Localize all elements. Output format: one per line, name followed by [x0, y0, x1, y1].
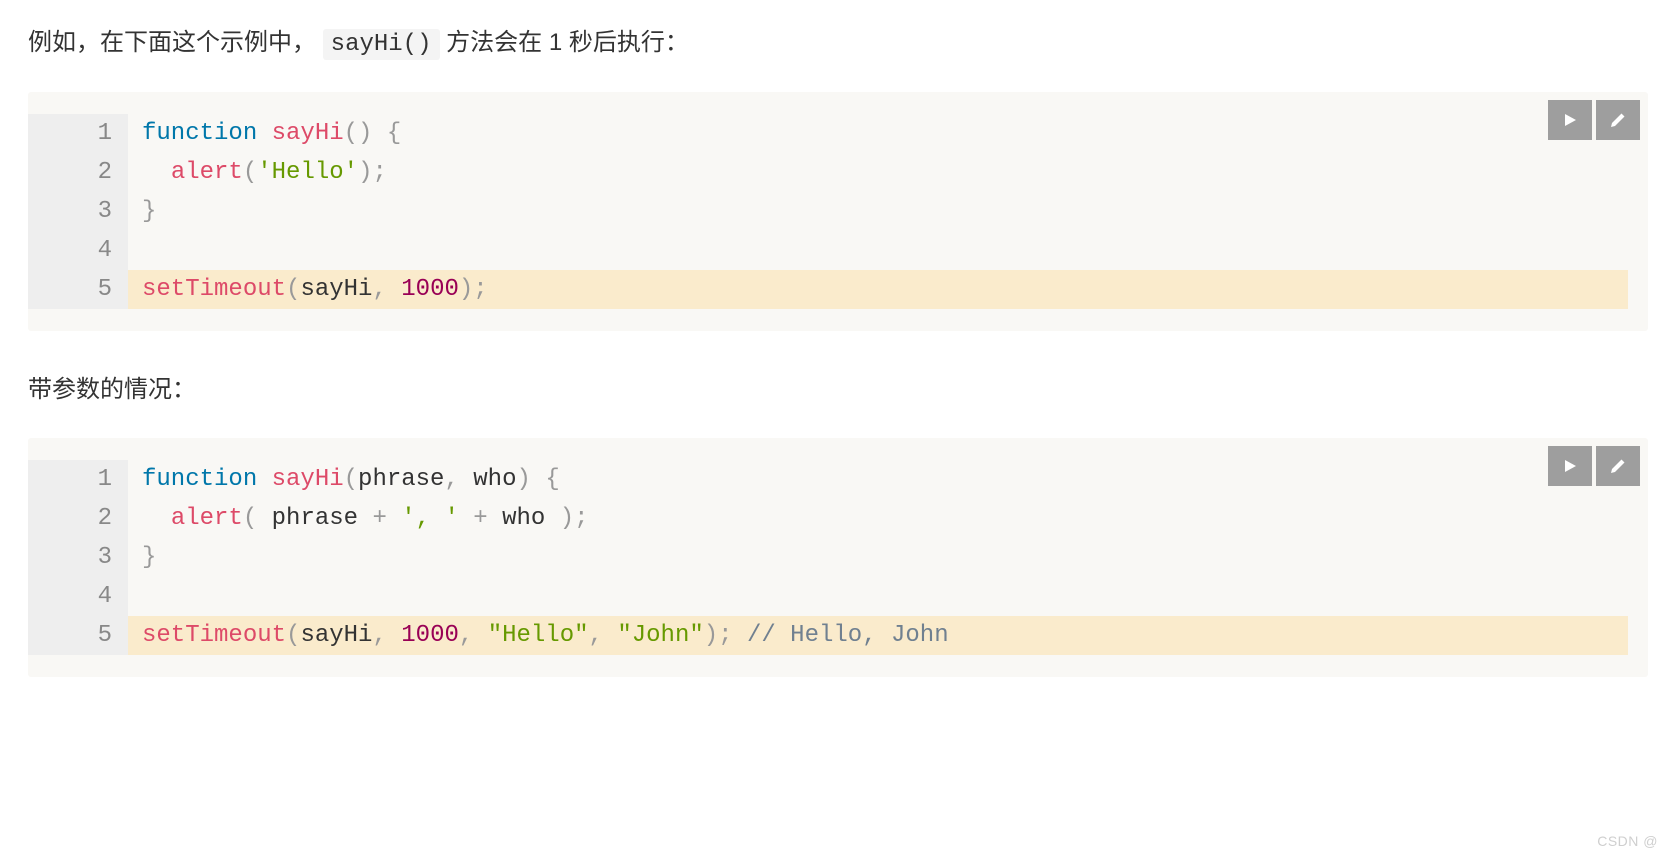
line-number: 4 — [58, 231, 112, 270]
play-icon — [1562, 112, 1578, 128]
pencil-icon — [1610, 112, 1626, 128]
code-line: } — [142, 192, 1628, 231]
edit-button[interactable] — [1596, 446, 1640, 486]
line-gutter: 12345 — [28, 460, 128, 655]
line-number: 2 — [58, 153, 112, 192]
code-line: } — [142, 538, 1628, 577]
line-number: 3 — [58, 192, 112, 231]
code-lines: function sayHi(phrase, who) { alert( phr… — [128, 460, 1648, 655]
code-body: 12345 function sayHi(phrase, who) { aler… — [28, 438, 1648, 677]
code-toolbar — [1548, 446, 1640, 486]
line-number: 5 — [58, 270, 112, 309]
line-number: 2 — [58, 499, 112, 538]
intro-text-post: 方法会在 1 秒后执行： — [446, 29, 689, 56]
line-number: 5 — [58, 616, 112, 655]
code-line: setTimeout(sayHi, 1000, "Hello", "John")… — [142, 616, 1628, 655]
params-paragraph: 带参数的情况： — [28, 371, 1648, 409]
line-number: 1 — [58, 460, 112, 499]
intro-paragraph: 例如，在下面这个示例中， sayHi() 方法会在 1 秒后执行： — [28, 24, 1648, 64]
run-button[interactable] — [1548, 446, 1592, 486]
code-toolbar — [1548, 100, 1640, 140]
code-line: alert( phrase + ', ' + who ); — [142, 499, 1628, 538]
code-line — [142, 577, 1628, 616]
run-button[interactable] — [1548, 100, 1592, 140]
intro-text-pre: 例如，在下面这个示例中， — [28, 29, 316, 56]
line-number: 3 — [58, 538, 112, 577]
code-line — [142, 231, 1628, 270]
line-gutter: 12345 — [28, 114, 128, 309]
code-block-1: 12345 function sayHi() { alert('Hello');… — [28, 92, 1648, 331]
line-number: 4 — [58, 577, 112, 616]
code-line: setTimeout(sayHi, 1000); — [142, 270, 1628, 309]
code-line: alert('Hello'); — [142, 153, 1628, 192]
play-icon — [1562, 458, 1578, 474]
code-body: 12345 function sayHi() { alert('Hello');… — [28, 92, 1648, 331]
code-line: function sayHi(phrase, who) { — [142, 460, 1628, 499]
code-line: function sayHi() { — [142, 114, 1628, 153]
inline-code-sayhi: sayHi() — [323, 29, 440, 60]
code-lines: function sayHi() { alert('Hello');} setTi… — [128, 114, 1648, 309]
line-number: 1 — [58, 114, 112, 153]
code-block-2: 12345 function sayHi(phrase, who) { aler… — [28, 438, 1648, 677]
edit-button[interactable] — [1596, 100, 1640, 140]
watermark: CSDN @ — [1597, 830, 1658, 852]
pencil-icon — [1610, 458, 1626, 474]
